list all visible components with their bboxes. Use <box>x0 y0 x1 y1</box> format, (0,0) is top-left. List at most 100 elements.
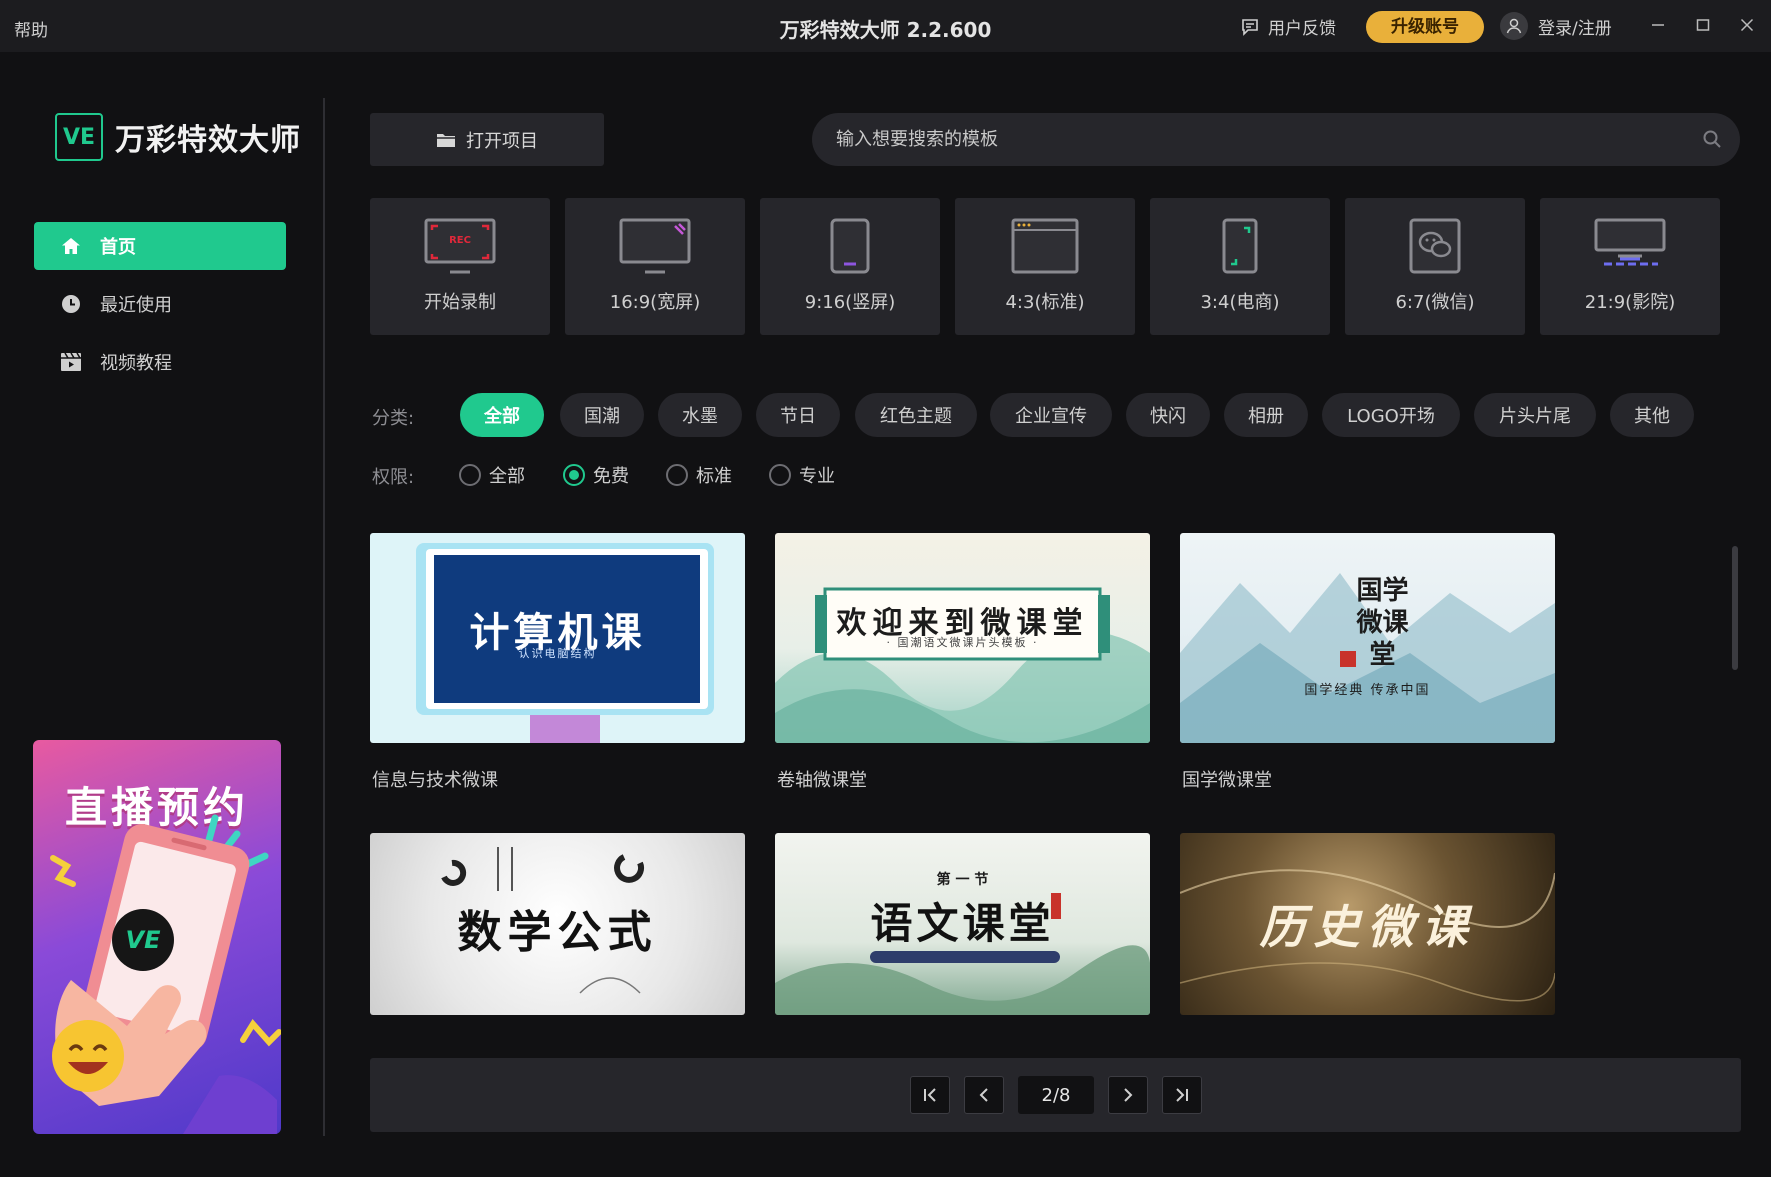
ratio-label: 21:9(影院) <box>1584 292 1676 313</box>
template-card[interactable]: 欢迎来到微课堂 · 国潮语文微课片头模板 · <box>775 533 1150 743</box>
first-page-icon <box>924 1088 936 1102</box>
first-page-button[interactable] <box>910 1076 950 1114</box>
permission-label: 权限: <box>372 467 415 488</box>
sidebar-item-label: 视频教程 <box>100 353 172 374</box>
start-recording-card[interactable]: REC 开始录制 <box>370 198 550 335</box>
clock-icon <box>60 293 82 315</box>
wechat-icon <box>1345 218 1525 274</box>
thumbnail-title: 国学微课堂 <box>1356 576 1409 670</box>
category-chip[interactable]: 企业宣传 <box>990 393 1112 437</box>
logo-badge: VE <box>55 113 103 161</box>
template-label: 卷轴微课堂 <box>777 770 867 791</box>
sidebar-divider <box>323 98 325 1136</box>
login-label: 登录/注册 <box>1538 18 1612 39</box>
app-logo: VE 万彩特效大师 <box>55 113 301 161</box>
template-card[interactable]: 计算机课 认识电脑结构 <box>370 533 745 743</box>
category-chip[interactable]: 片头片尾 <box>1474 393 1596 437</box>
template-thumbnail: 国学微课堂 国学经典 传承中国 <box>1180 533 1555 743</box>
radio-label: 标准 <box>696 466 732 487</box>
thumbnail-subtitle: 第 一 节 <box>936 872 989 888</box>
maximize-icon <box>1696 19 1710 31</box>
chevron-right-icon <box>1124 1088 1133 1102</box>
radio-label: 免费 <box>593 466 629 487</box>
ratio-3-4-card[interactable]: 3:4(电商) <box>1150 198 1330 335</box>
template-card[interactable]: 数学公式 <box>370 833 745 1015</box>
thumbnail-title: 语文课堂 <box>870 898 1055 948</box>
rec-label: REC <box>449 235 471 246</box>
category-chip[interactable]: 全部 <box>460 393 544 437</box>
next-page-button[interactable] <box>1108 1076 1148 1114</box>
search-input[interactable] <box>836 113 1676 166</box>
category-chip[interactable]: 国潮 <box>560 393 644 437</box>
template-card[interactable]: 历史微课 <box>1180 833 1555 1015</box>
category-chip[interactable]: LOGO开场 <box>1322 393 1460 437</box>
feedback-button[interactable]: 用户反馈 <box>1240 14 1336 39</box>
home-icon <box>60 235 82 257</box>
permission-radio-pro[interactable]: 专业 <box>769 462 835 488</box>
upgrade-button[interactable]: 升级账号 <box>1366 11 1484 43</box>
ratio-21-9-card[interactable]: 21:9(影院) <box>1540 198 1720 335</box>
radio-dot <box>666 464 688 486</box>
feedback-icon <box>1242 18 1258 36</box>
search-icon[interactable] <box>1702 129 1722 149</box>
radio-dot <box>459 464 481 486</box>
category-chip[interactable]: 其他 <box>1610 393 1694 437</box>
template-thumbnail: 历史微课 <box>1180 833 1555 1015</box>
template-thumbnail: 数学公式 <box>370 833 745 1015</box>
ratio-16-9-card[interactable]: 16:9(宽屏) <box>565 198 745 335</box>
category-chip[interactable]: 相册 <box>1224 393 1308 437</box>
category-chip[interactable]: 红色主题 <box>855 393 977 437</box>
open-project-label: 打开项目 <box>466 130 538 152</box>
ratio-4-3-card[interactable]: 4:3(标准) <box>955 198 1135 335</box>
sidebar-item-tutorials[interactable]: 视频教程 <box>34 338 286 386</box>
thumbnail-subtitle: 认识电脑结构 <box>518 647 597 660</box>
category-chip[interactable]: 快闪 <box>1126 393 1210 437</box>
permission-radio-standard[interactable]: 标准 <box>666 462 732 488</box>
close-button[interactable] <box>1734 12 1760 38</box>
radio-label: 专业 <box>799 466 835 487</box>
category-label: 分类: <box>372 408 415 429</box>
category-chip[interactable]: 水墨 <box>658 393 742 437</box>
cinema-icon <box>1540 218 1720 274</box>
minimize-button[interactable] <box>1645 12 1671 38</box>
folder-icon <box>437 133 455 147</box>
content-scrollbar[interactable] <box>1732 546 1738 670</box>
template-label: 信息与技术微课 <box>372 770 498 791</box>
template-card[interactable]: 第 一 节 语文课堂 <box>775 833 1150 1015</box>
template-card[interactable]: 国学微课堂 国学经典 传承中国 <box>1180 533 1555 743</box>
ratio-label: 9:16(竖屏) <box>804 292 896 313</box>
video-icon <box>60 351 82 373</box>
ratio-label: 3:4(电商) <box>1200 292 1280 313</box>
sidebar-item-label: 最近使用 <box>100 295 172 316</box>
live-reservation-banner[interactable]: 直播预约 VE <box>33 740 281 1134</box>
last-page-button[interactable] <box>1162 1076 1202 1114</box>
prev-page-button[interactable] <box>964 1076 1004 1114</box>
sidebar-item-recent[interactable]: 最近使用 <box>34 280 286 328</box>
template-search <box>812 113 1740 166</box>
permission-radio-all[interactable]: 全部 <box>459 462 525 488</box>
thumbnail-subtitle: · 国潮语文微课片头模板 · <box>886 636 1039 649</box>
minimize-icon <box>1652 24 1664 26</box>
login-button[interactable]: 登录/注册 <box>1500 12 1612 40</box>
category-chip[interactable]: 节日 <box>756 393 840 437</box>
template-label: 国学微课堂 <box>1182 770 1272 791</box>
ratio-label: 4:3(标准) <box>1005 292 1085 313</box>
template-thumbnail: 第 一 节 语文课堂 <box>775 833 1150 1015</box>
radio-dot <box>769 464 791 486</box>
ratio-9-16-card[interactable]: 9:16(竖屏) <box>760 198 940 335</box>
permission-radio-free[interactable]: 免费 <box>563 462 629 488</box>
pagination-bar: 2/8 <box>370 1058 1741 1132</box>
ratio-6-7-card[interactable]: 6:7(微信) <box>1345 198 1525 335</box>
thumbnail-subtitle: 国学经典 传承中国 <box>1304 683 1431 698</box>
feedback-label: 用户反馈 <box>1268 19 1336 39</box>
open-project-button[interactable]: 打开项目 <box>370 113 604 166</box>
user-icon <box>1500 12 1528 40</box>
help-menu[interactable]: 帮助 <box>14 16 48 41</box>
maximize-button[interactable] <box>1690 12 1716 38</box>
sidebar-item-home[interactable]: 首页 <box>34 222 286 270</box>
ratio-label: 16:9(宽屏) <box>609 292 701 313</box>
chevron-left-icon <box>979 1088 988 1102</box>
close-icon <box>1740 18 1754 32</box>
thumbnail-title: 数学公式 <box>457 907 658 958</box>
logo-name: 万彩特效大师 <box>115 123 301 158</box>
